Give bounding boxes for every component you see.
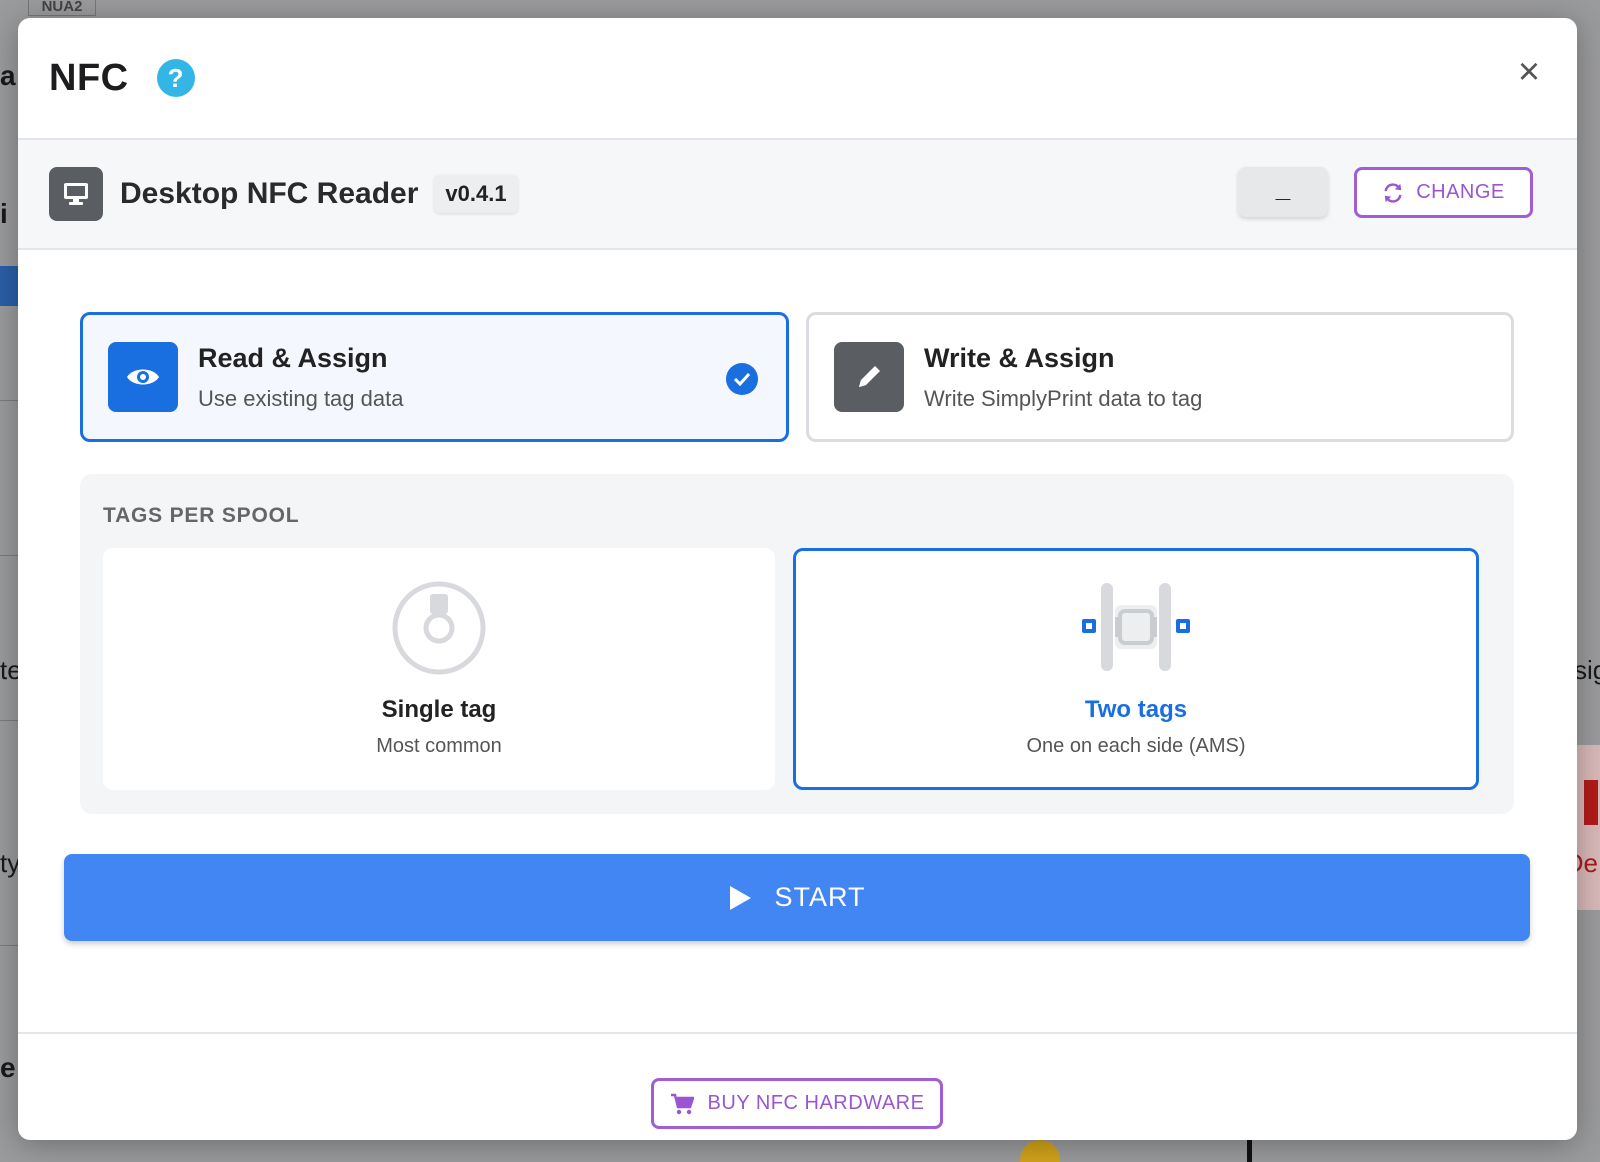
- background-text-fragment: i: [0, 198, 8, 229]
- mode-title: Write & Assign: [924, 342, 1115, 373]
- start-button[interactable]: START: [64, 854, 1530, 941]
- mode-subtitle: Use existing tag data: [198, 385, 404, 411]
- tag-option-title: Two tags: [1084, 696, 1188, 723]
- background-text-fragment: a: [0, 60, 16, 91]
- modal-body: Read & Assign Use existing tag data Writ…: [18, 250, 1577, 1038]
- device-bar: Desktop NFC Reader v0.4.1 _ CHANGE: [18, 140, 1577, 250]
- single-tag-icon: [392, 581, 486, 675]
- buy-nfc-hardware-button[interactable]: BUY NFC HARDWARE: [651, 1078, 943, 1129]
- modal-title: NFC: [49, 56, 129, 99]
- monitor-icon: [49, 167, 103, 221]
- start-label: START: [774, 882, 866, 912]
- background-divider: [0, 400, 18, 401]
- background-text-fragment: e: [0, 1052, 16, 1083]
- play-icon: [730, 885, 752, 910]
- tags-per-spool-label: TAGS PER SPOOL: [103, 504, 300, 527]
- mode-card-write-assign[interactable]: Write & Assign Write SimplyPrint data to…: [806, 312, 1514, 442]
- modal-footer: BUY NFC HARDWARE: [18, 1032, 1577, 1140]
- cart-icon: [670, 1093, 694, 1114]
- change-button[interactable]: CHANGE: [1354, 167, 1533, 218]
- pencil-icon: [834, 342, 904, 412]
- background-tab: NUA2: [28, 0, 96, 16]
- mode-title: Read & Assign: [198, 342, 388, 373]
- background-divider: [0, 945, 18, 946]
- background-divider: [0, 555, 18, 556]
- version-badge: v0.4.1: [434, 175, 518, 213]
- tags-per-spool-panel: TAGS PER SPOOL Single tag Most common Tw…: [80, 474, 1514, 814]
- background-text-fragment: sig: [1574, 655, 1600, 685]
- tag-option-single[interactable]: Single tag Most common: [103, 548, 775, 790]
- mode-subtitle: Write SimplyPrint data to tag: [924, 385, 1203, 411]
- question-circle-icon[interactable]: ?: [156, 59, 195, 97]
- buy-label: BUY NFC HARDWARE: [707, 1092, 925, 1114]
- tag-option-two[interactable]: Two tags One on each side (AMS): [793, 548, 1479, 790]
- eye-icon: [108, 342, 178, 412]
- tag-option-subtitle: Most common: [376, 735, 502, 757]
- modal-header: NFC ? ×: [18, 18, 1577, 140]
- trash-icon: [1584, 780, 1598, 825]
- change-label: CHANGE: [1416, 181, 1505, 203]
- sync-icon: [1384, 182, 1402, 203]
- background-divider: [0, 720, 18, 721]
- device-name: Desktop NFC Reader: [120, 177, 419, 210]
- background-selected-row: [0, 266, 18, 306]
- check-circle-icon: [726, 363, 758, 395]
- two-tags-icon: [1082, 583, 1190, 671]
- mode-card-read-assign[interactable]: Read & Assign Use existing tag data: [80, 312, 789, 442]
- nfc-modal: NFC ? × Desktop NFC Reader v0.4.1 _ CHAN…: [18, 18, 1577, 1140]
- minimize-button[interactable]: _: [1238, 167, 1328, 217]
- close-icon[interactable]: ×: [1511, 53, 1547, 91]
- tag-option-title: Single tag: [381, 696, 497, 723]
- warning-icon: [1020, 1140, 1060, 1162]
- tag-option-subtitle: One on each side (AMS): [1026, 735, 1246, 757]
